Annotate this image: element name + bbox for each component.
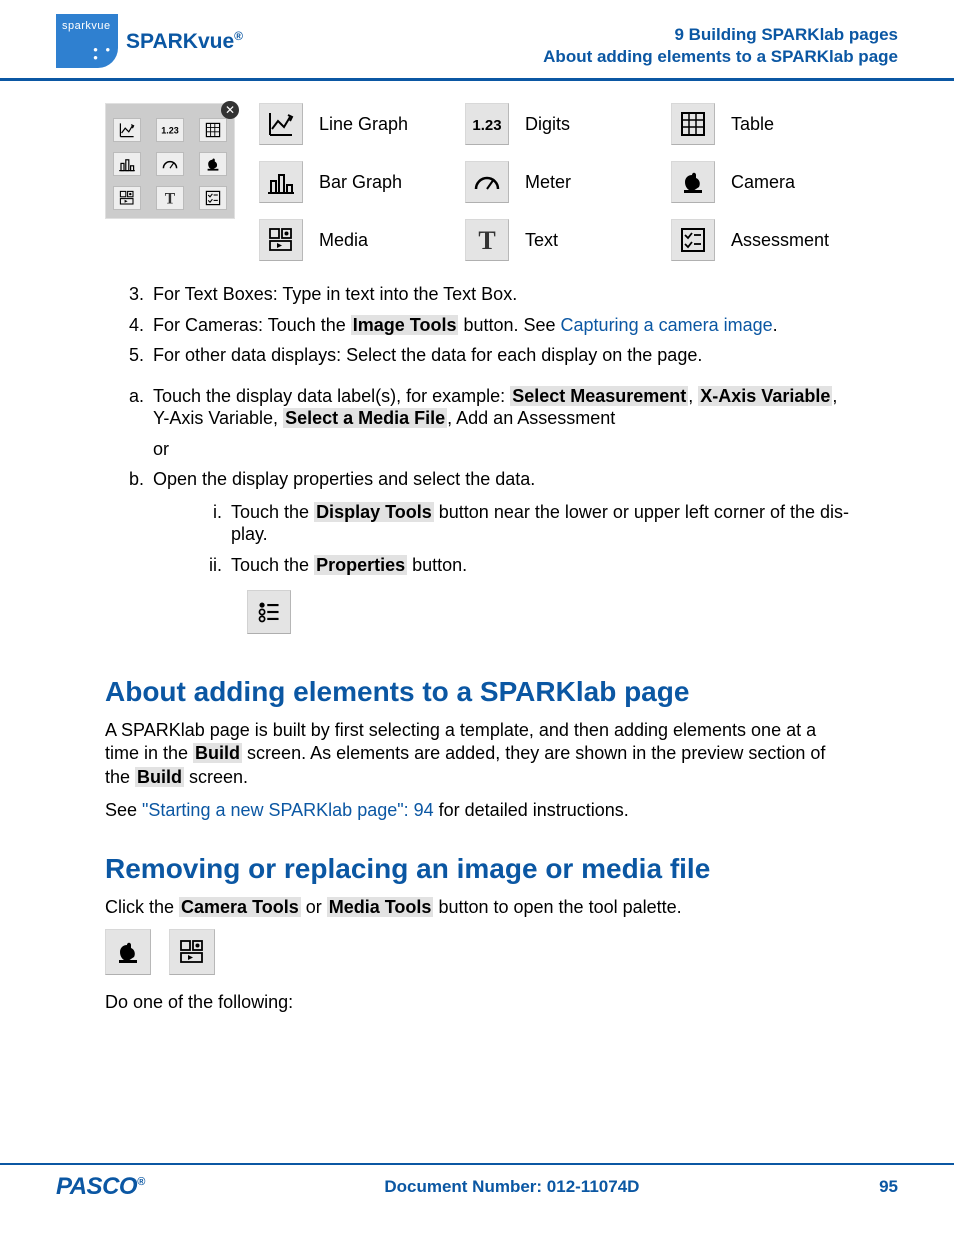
assessment-label: Assess­ment xyxy=(731,230,829,251)
about-p1: A SPARKlab page is built by first select… xyxy=(105,719,849,789)
bar-graph-label: Bar Graph xyxy=(319,172,402,193)
text-icon[interactable] xyxy=(465,219,509,261)
palette-digits-icon[interactable] xyxy=(156,118,184,142)
step-a: Touch the display data label(s), for exa… xyxy=(149,385,849,461)
link-starting-sparklab[interactable]: "Starting a new SPARKlab page": 94 xyxy=(142,800,434,820)
camera-tools-icon[interactable] xyxy=(105,929,151,975)
media-item: Media xyxy=(259,219,437,261)
table-icon[interactable] xyxy=(671,103,715,145)
tool-palette: ✕ xyxy=(105,103,235,219)
step-b-ii: Touch the Properties button. xyxy=(227,554,849,577)
image-tools-label: Image Tools xyxy=(351,315,459,335)
palette-assess-icon[interactable] xyxy=(199,186,227,210)
media-label: Media xyxy=(319,230,368,251)
camera-label: Camera xyxy=(731,172,795,193)
step-b-i: Touch the Display Tools button near the … xyxy=(227,501,849,546)
digits-label: Digits xyxy=(525,114,570,135)
link-capturing-camera-image[interactable]: Capturing a camera image xyxy=(561,315,773,335)
heading-about-adding: About adding elements to a SPARKlab page xyxy=(105,674,849,709)
footer-page-number: 95 xyxy=(879,1177,898,1197)
camera-icon[interactable] xyxy=(671,161,715,203)
remove-p1: Click the Camera Tools or Media Tools bu… xyxy=(105,896,849,919)
palette-bar-icon[interactable] xyxy=(113,152,141,176)
media-tools-icon[interactable] xyxy=(169,929,215,975)
logo-dots: • •• xyxy=(93,46,112,62)
remove-p2: Do one of the following: xyxy=(105,991,849,1014)
app-logo: sparkvue • •• xyxy=(56,14,118,68)
digits-icon[interactable] xyxy=(465,103,509,145)
header-section: About adding elements to a SPARKlab page xyxy=(543,46,898,68)
palette-meter-icon[interactable] xyxy=(156,152,184,176)
step-4: For Cameras: Touch the Image Tools butto… xyxy=(149,314,849,337)
assessment-icon[interactable] xyxy=(671,219,715,261)
text-label: Text xyxy=(525,230,558,251)
media-icon[interactable] xyxy=(259,219,303,261)
assessment-item: Assess­ment xyxy=(671,219,849,261)
meter-icon[interactable] xyxy=(465,161,509,203)
palette-line-icon[interactable] xyxy=(113,118,141,142)
line-graph-icon[interactable] xyxy=(259,103,303,145)
step-5: For other data displays: Select the data… xyxy=(149,344,849,367)
page-footer: PASCO® Document Number: 012-11074D 95 xyxy=(0,1163,954,1201)
about-p2: See "Starting a new SPARKlab page": 94 f… xyxy=(105,799,849,822)
line-graph-label: Line Graph xyxy=(319,114,408,135)
step-b: Open the display properties and select t… xyxy=(149,468,849,646)
close-icon[interactable]: ✕ xyxy=(221,101,239,119)
digits-item: Digits xyxy=(465,103,643,145)
text-item: Text xyxy=(465,219,643,261)
table-item: Table xyxy=(671,103,849,145)
heading-removing-replacing: Removing or replacing an image or media … xyxy=(105,851,849,886)
properties-icon xyxy=(247,590,291,634)
palette-camera-icon[interactable] xyxy=(199,152,227,176)
header-chapter: 9 Building SPARKlab pages xyxy=(543,24,898,46)
product-name: SPARKvue® xyxy=(126,29,243,54)
or-text: or xyxy=(153,438,849,461)
camera-item: Camera xyxy=(671,161,849,203)
line-graph-item: Line Graph xyxy=(259,103,437,145)
palette-media-icon[interactable] xyxy=(113,186,141,210)
meter-label: Meter xyxy=(525,172,571,193)
page-header: sparkvue • •• SPARKvue® 9 Building SPARK… xyxy=(0,0,954,81)
logo-text: sparkvue xyxy=(62,20,112,32)
palette-table-icon[interactable] xyxy=(199,118,227,142)
footer-docnum: Document Number: 012-11074D xyxy=(384,1177,639,1197)
step-3: For Text Boxes: Type in text into the Te… xyxy=(149,283,849,306)
bar-graph-item: Bar Graph xyxy=(259,161,437,203)
meter-item: Meter xyxy=(465,161,643,203)
palette-text-icon[interactable] xyxy=(156,186,184,210)
bar-graph-icon[interactable] xyxy=(259,161,303,203)
table-label: Table xyxy=(731,114,774,135)
tool-legend: Line Graph Digits Table Bar Graph Meter Camer… xyxy=(259,103,849,261)
footer-brand: PASCO® xyxy=(56,1173,145,1201)
